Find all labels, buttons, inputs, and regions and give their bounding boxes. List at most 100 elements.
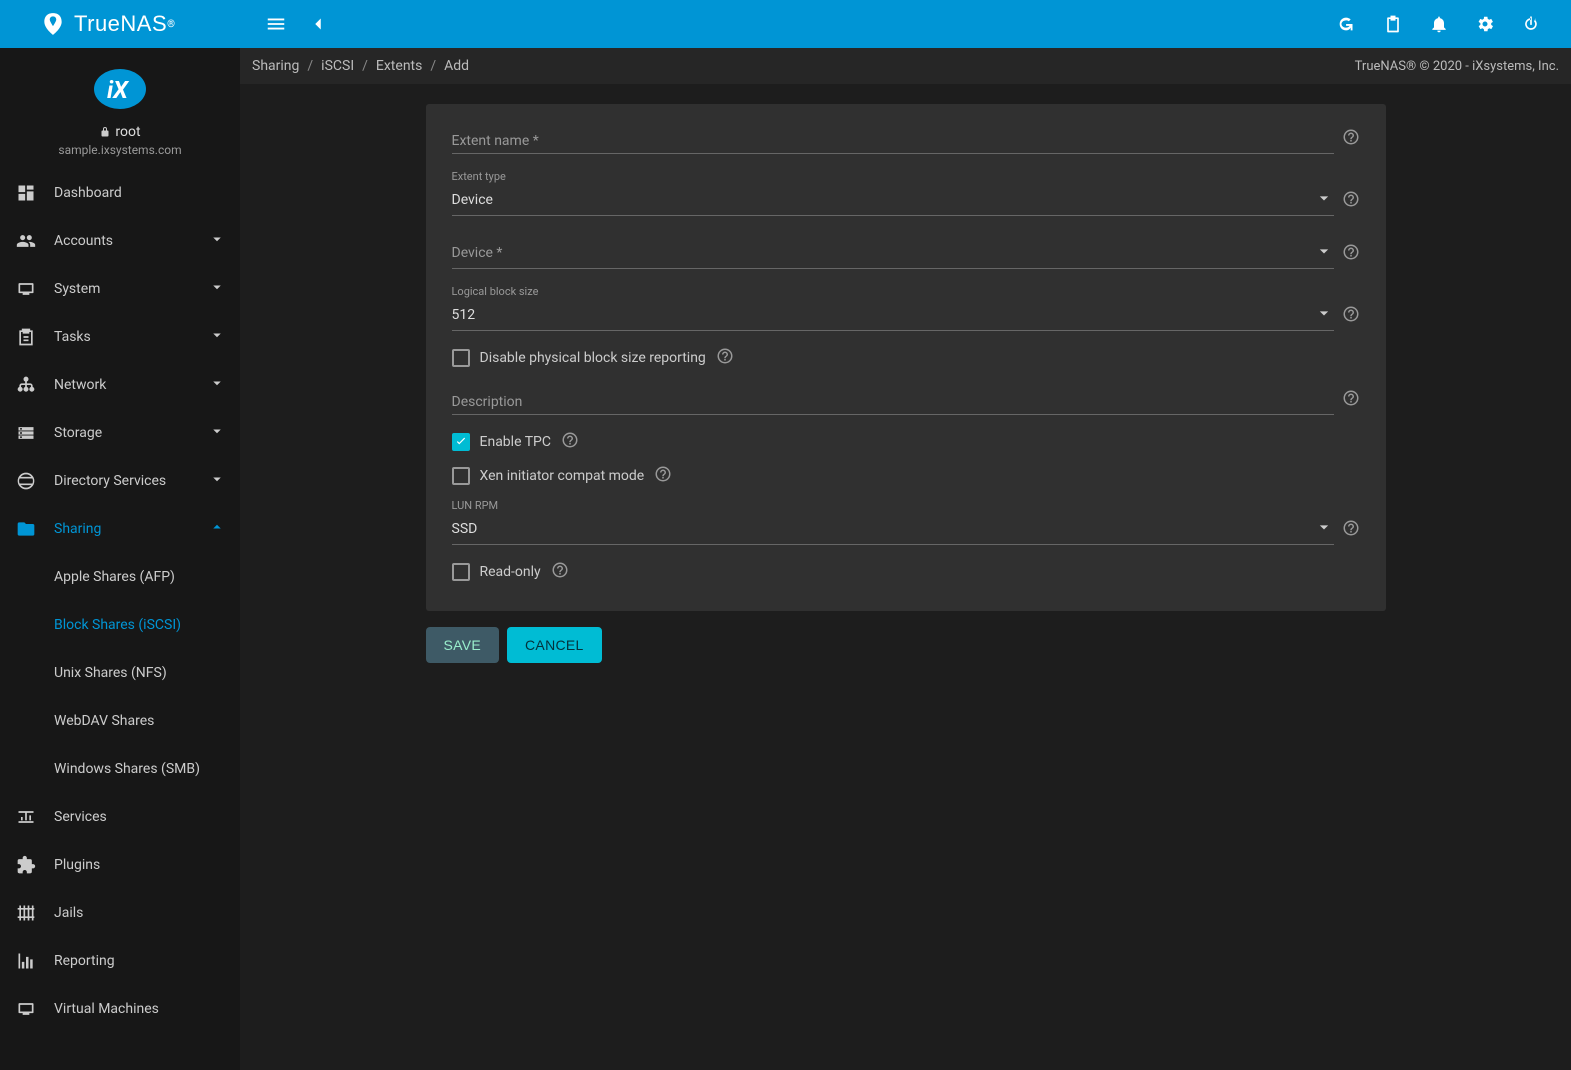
truenas-icon	[40, 11, 66, 37]
chevron-down-icon	[208, 470, 226, 492]
reporting-icon	[14, 951, 38, 971]
power-icon[interactable]	[1519, 12, 1543, 36]
sidebar-item-sharing[interactable]: Sharing	[0, 505, 240, 553]
sidebar-item-label: Tasks	[54, 329, 91, 345]
sidebar-item-network[interactable]: Network	[0, 361, 240, 409]
help-icon[interactable]	[1342, 305, 1360, 327]
device-select[interactable]: Device *	[452, 238, 1334, 269]
sidebar-sub-webdav-shares[interactable]: WebDAV Shares	[0, 697, 240, 745]
disable-pbr-checkbox[interactable]	[452, 349, 470, 367]
crumb-sharing[interactable]: Sharing	[252, 58, 299, 74]
xen-compat-checkbox[interactable]	[452, 467, 470, 485]
lun-rpm-select[interactable]: SSD	[452, 514, 1334, 545]
sidebar-item-label: System	[54, 281, 100, 297]
sidebar-item-tasks[interactable]: Tasks	[0, 313, 240, 361]
ix-logo: iX	[93, 68, 147, 114]
system-icon	[14, 279, 38, 299]
help-icon[interactable]	[561, 431, 579, 453]
copyright: TrueNAS® © 2020 - iXsystems, Inc.	[1355, 59, 1559, 74]
storage-icon	[14, 423, 38, 443]
vm-icon	[14, 999, 38, 1019]
sidebar-item-reporting[interactable]: Reporting	[0, 937, 240, 985]
sidebar-item-label: Virtual Machines	[54, 1001, 159, 1017]
sidebar-item-label: Reporting	[54, 953, 115, 969]
sidebar-item-label: Plugins	[54, 857, 100, 873]
sidebar-item-label: Directory Services	[54, 473, 166, 489]
extent-type-label: Extent type	[452, 170, 1334, 183]
xen-compat-label: Xen initiator compat mode	[480, 468, 645, 484]
chevron-down-icon	[1314, 517, 1334, 541]
accounts-icon	[14, 231, 38, 251]
block-size-select[interactable]: 512	[452, 300, 1334, 331]
ha-status-icon[interactable]	[1335, 12, 1359, 36]
sidebar-item-virtual-machines[interactable]: Virtual Machines	[0, 985, 240, 1033]
brand-logo: TrueNAS®	[0, 11, 240, 37]
sidebar-item-label: Services	[54, 809, 107, 825]
extent-type-select[interactable]: Device	[452, 185, 1334, 216]
sidebar-item-jails[interactable]: Jails	[0, 889, 240, 937]
sidebar-item-accounts[interactable]: Accounts	[0, 217, 240, 265]
enable-tpc-checkbox[interactable]	[452, 433, 470, 451]
chevron-down-icon	[208, 422, 226, 444]
sidebar-item-plugins[interactable]: Plugins	[0, 841, 240, 889]
description-input[interactable]: Description	[452, 390, 1334, 415]
sidebar-item-label: Network	[54, 377, 106, 393]
save-button[interactable]: SAVE	[426, 627, 500, 663]
help-icon[interactable]	[1342, 389, 1360, 411]
help-icon[interactable]	[1342, 519, 1360, 541]
sidebar-item-label: Storage	[54, 425, 102, 441]
sidebar-item-label: Dashboard	[54, 185, 122, 201]
sidebar-item-directory-services[interactable]: Directory Services	[0, 457, 240, 505]
form-card: Extent name * Extent type Device	[426, 104, 1386, 611]
directory-icon	[14, 471, 38, 491]
sidebar-sub-apple-shares-afp-[interactable]: Apple Shares (AFP)	[0, 553, 240, 601]
help-icon[interactable]	[716, 347, 734, 369]
clipboard-icon[interactable]	[1381, 12, 1405, 36]
help-icon[interactable]	[1342, 243, 1360, 265]
sidebar-item-services[interactable]: Services	[0, 793, 240, 841]
help-icon[interactable]	[551, 561, 569, 583]
settings-icon[interactable]	[1473, 12, 1497, 36]
extent-name-input[interactable]: Extent name *	[452, 129, 1334, 154]
plugins-icon	[14, 855, 38, 875]
services-icon	[14, 807, 38, 827]
sidebar-sub-windows-shares-smb-[interactable]: Windows Shares (SMB)	[0, 745, 240, 793]
readonly-checkbox[interactable]	[452, 563, 470, 581]
tasks-icon	[14, 327, 38, 347]
sidebar-item-dashboard[interactable]: Dashboard	[0, 169, 240, 217]
chevron-down-icon	[1314, 303, 1334, 327]
sidebar-item-system[interactable]: System	[0, 265, 240, 313]
crumb-iscsi[interactable]: iSCSI	[321, 58, 354, 74]
lun-rpm-label: LUN RPM	[452, 499, 1334, 512]
network-icon	[14, 375, 38, 395]
menu-toggle-icon[interactable]	[264, 12, 288, 36]
dashboard-icon	[14, 183, 38, 203]
host-label: sample.ixsystems.com	[0, 143, 240, 157]
help-icon[interactable]	[654, 465, 672, 487]
block-size-label: Logical block size	[452, 285, 1334, 298]
help-icon[interactable]	[1342, 190, 1360, 212]
lock-icon	[99, 126, 111, 138]
sidebar-item-label: Jails	[54, 905, 83, 921]
chevron-up-icon	[208, 518, 226, 540]
sidebar-sub-block-shares-iscsi-[interactable]: Block Shares (iSCSI)	[0, 601, 240, 649]
chevron-down-icon	[208, 230, 226, 252]
readonly-label: Read-only	[480, 564, 541, 580]
back-icon[interactable]	[306, 12, 330, 36]
chevron-down-icon	[1314, 241, 1334, 265]
sidebar-item-label: Accounts	[54, 233, 113, 249]
notifications-icon[interactable]	[1427, 12, 1451, 36]
sidebar-item-label: Sharing	[54, 521, 101, 537]
sidebar-item-storage[interactable]: Storage	[0, 409, 240, 457]
cancel-button[interactable]: CANCEL	[507, 627, 602, 663]
chevron-down-icon	[208, 278, 226, 300]
enable-tpc-label: Enable TPC	[480, 434, 552, 450]
help-icon[interactable]	[1342, 128, 1360, 150]
topbar: TrueNAS®	[0, 0, 1571, 48]
sidebar-sub-unix-shares-nfs-[interactable]: Unix Shares (NFS)	[0, 649, 240, 697]
chevron-down-icon	[208, 374, 226, 396]
jails-icon	[14, 903, 38, 923]
breadcrumb: Sharing/ iSCSI/ Extents/ Add TrueNAS® © …	[240, 48, 1571, 84]
chevron-down-icon	[208, 326, 226, 348]
crumb-extents[interactable]: Extents	[376, 58, 422, 74]
